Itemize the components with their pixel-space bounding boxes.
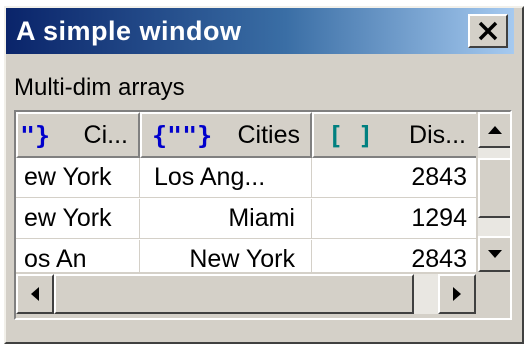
table-cell[interactable]: 1294 xyxy=(312,199,476,239)
table-cell[interactable]: Miami xyxy=(140,199,312,239)
column-header-1[interactable]: "} Ci... xyxy=(16,112,140,158)
number-array-icon: [ ] xyxy=(328,120,374,150)
grid-viewport: "} Ci... {""} Cities [ ] Dis... ew York … xyxy=(16,112,476,272)
table-cell[interactable]: 2843 xyxy=(312,158,476,198)
table-cell[interactable]: ew York xyxy=(16,158,140,198)
column-header-3[interactable]: [ ] Dis... xyxy=(312,112,476,158)
close-icon xyxy=(478,21,498,41)
close-button[interactable] xyxy=(468,14,508,48)
vertical-scroll-thumb[interactable] xyxy=(478,158,510,218)
arrow-left-icon xyxy=(31,287,39,301)
horizontal-scroll-thumb[interactable] xyxy=(54,274,414,314)
column-header-label: Cities xyxy=(237,120,300,149)
string-array-icon: {""} xyxy=(152,120,213,150)
scroll-left-button[interactable] xyxy=(16,274,54,314)
scrollbar-corner xyxy=(478,274,510,314)
scroll-up-button[interactable] xyxy=(478,112,510,148)
horizontal-scrollbar[interactable] xyxy=(16,274,476,314)
title-bar[interactable]: A simple window xyxy=(6,8,514,54)
column-header-label: Ci... xyxy=(83,120,128,149)
table-cell[interactable]: ew York xyxy=(16,199,140,239)
scroll-right-button[interactable] xyxy=(438,274,476,314)
vertical-scrollbar[interactable] xyxy=(478,112,510,272)
column-header-label: Dis... xyxy=(409,120,466,149)
string-array-icon: "} xyxy=(20,120,51,150)
arrow-down-icon xyxy=(488,250,502,258)
arrow-right-icon xyxy=(453,287,461,301)
window-title: A simple window xyxy=(16,16,242,46)
arrow-up-icon xyxy=(488,126,502,134)
table-cell[interactable]: New York xyxy=(140,240,312,272)
scroll-down-button[interactable] xyxy=(478,236,510,272)
table-cell[interactable]: 2843 xyxy=(312,240,476,272)
array-grid[interactable]: "} Ci... {""} Cities [ ] Dis... ew York … xyxy=(14,110,512,320)
column-header-2[interactable]: {""} Cities xyxy=(140,112,312,158)
table-cell[interactable]: os An xyxy=(16,240,140,272)
arrays-label: Multi-dim arrays xyxy=(14,74,185,101)
table-cell[interactable]: Los Ang... xyxy=(140,158,312,198)
